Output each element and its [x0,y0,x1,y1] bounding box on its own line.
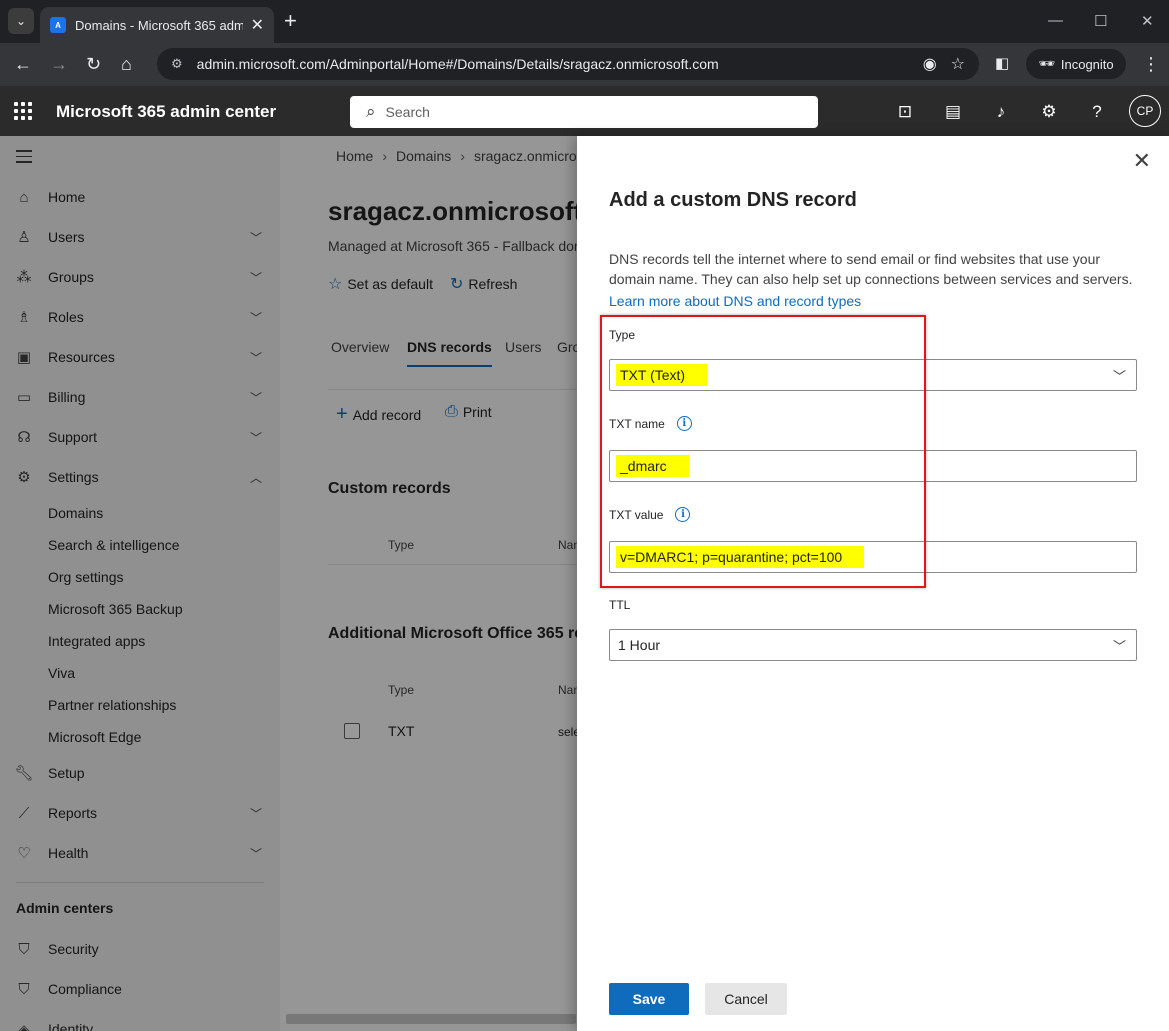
site-info-icon[interactable]: ⚙ [171,56,183,72]
modal-overlay[interactable] [0,136,577,1031]
browser-tabstrip: ⌄ A Domains - Microsoft 365 admin ✕ + — … [0,0,1169,43]
browser-toolbar: ← → ↻ ⌂ ⚙ admin.microsoft.com/Adminporta… [0,43,1169,86]
m365-header: Microsoft 365 admin center ⌕ Search ⊡ ▤ … [0,86,1169,136]
txt-name-label: TXT name i [609,416,692,431]
txt-value-value: v=DMARC1; p=quarantine; pct=100 [616,546,865,568]
back-arrow-icon[interactable]: ← [14,54,32,74]
minimize-icon[interactable]: — [1048,12,1063,29]
txt-value-label-text: TXT value [609,507,664,522]
browser-tab[interactable]: A Domains - Microsoft 365 admin ✕ [40,7,274,43]
user-avatar[interactable]: CP [1129,95,1161,127]
learn-more-link[interactable]: Learn more about DNS and record types [609,293,861,309]
txt-name-input[interactable]: _dmarc [609,450,1137,482]
app-name[interactable]: Microsoft 365 admin center [56,102,276,122]
txt-value-label: TXT value i [609,507,691,522]
chevron-down-icon: ﹀ [1112,369,1126,384]
incognito-label: Incognito [1060,56,1114,72]
help-icon[interactable]: ? [1085,100,1109,124]
eye-icon[interactable]: ◉ [923,54,937,74]
type-selected-value: TXT (Text) [616,364,708,386]
reload-icon[interactable]: ↻ [86,54,101,74]
tab-close-icon[interactable]: ✕ [251,15,264,35]
ttl-label: TTL [609,598,630,612]
forward-arrow-icon[interactable]: → [50,54,68,74]
search-box[interactable]: ⌕ Search [350,96,818,128]
type-label-text: Type [609,328,636,342]
chevron-down-icon: ﹀ [1112,639,1126,654]
settings-gear-icon[interactable]: ⚙ [1037,100,1061,124]
save-button[interactable]: Save [609,983,689,1015]
tab-search-button[interactable]: ⌄ [8,8,34,34]
panel-title: Add a custom DNS record [609,189,857,211]
info-icon[interactable]: i [675,507,691,522]
cancel-button[interactable]: Cancel [705,983,787,1015]
document-icon[interactable]: ▤ [941,100,965,124]
tab-title: Domains - Microsoft 365 admin [75,17,243,33]
txt-name-label-text: TXT name [609,416,665,431]
notification-bell-icon[interactable]: ♪ [989,100,1013,124]
home-icon[interactable]: ⌂ [121,54,132,74]
type-label: Type [609,328,635,342]
terminal-icon[interactable]: ⊡ [893,100,917,124]
new-tab-button[interactable]: + [284,10,297,32]
ttl-dropdown[interactable]: 1 Hour ﹀ [609,629,1137,661]
incognito-badge[interactable]: 🕶 Incognito [1026,49,1126,79]
url-text: admin.microsoft.com/Adminportal/Home#/Do… [196,56,719,72]
txt-name-value: _dmarc [616,455,689,477]
panel-description: DNS records tell the internet where to s… [609,251,1133,287]
bookmark-star-icon[interactable]: ☆ [951,54,965,74]
ttl-selected-value: 1 Hour [618,637,661,653]
window-close-icon[interactable]: ✕ [1141,12,1154,30]
info-icon[interactable]: i [676,416,692,431]
add-dns-record-panel: ✕ Add a custom DNS record DNS records te… [577,136,1169,1031]
app-launcher-icon[interactable] [14,102,32,120]
browser-menu-icon[interactable]: ⋮ [1142,54,1160,74]
txt-value-input[interactable]: v=DMARC1; p=quarantine; pct=100 [609,541,1137,573]
ttl-label-text: TTL [609,598,631,612]
admin-favicon-icon: A [50,17,66,33]
close-icon[interactable]: ✕ [1133,150,1151,172]
incognito-icon: 🕶 [1038,56,1055,71]
maximize-icon[interactable]: ☐ [1094,12,1107,30]
side-panel-icon[interactable]: ◧ [995,54,1009,74]
address-bar[interactable]: ⚙ admin.microsoft.com/Adminportal/Home#/… [157,48,979,80]
search-placeholder: Search [385,104,430,120]
type-dropdown[interactable]: TXT (Text) ﹀ [609,359,1137,391]
search-icon: ⌕ [366,102,376,121]
